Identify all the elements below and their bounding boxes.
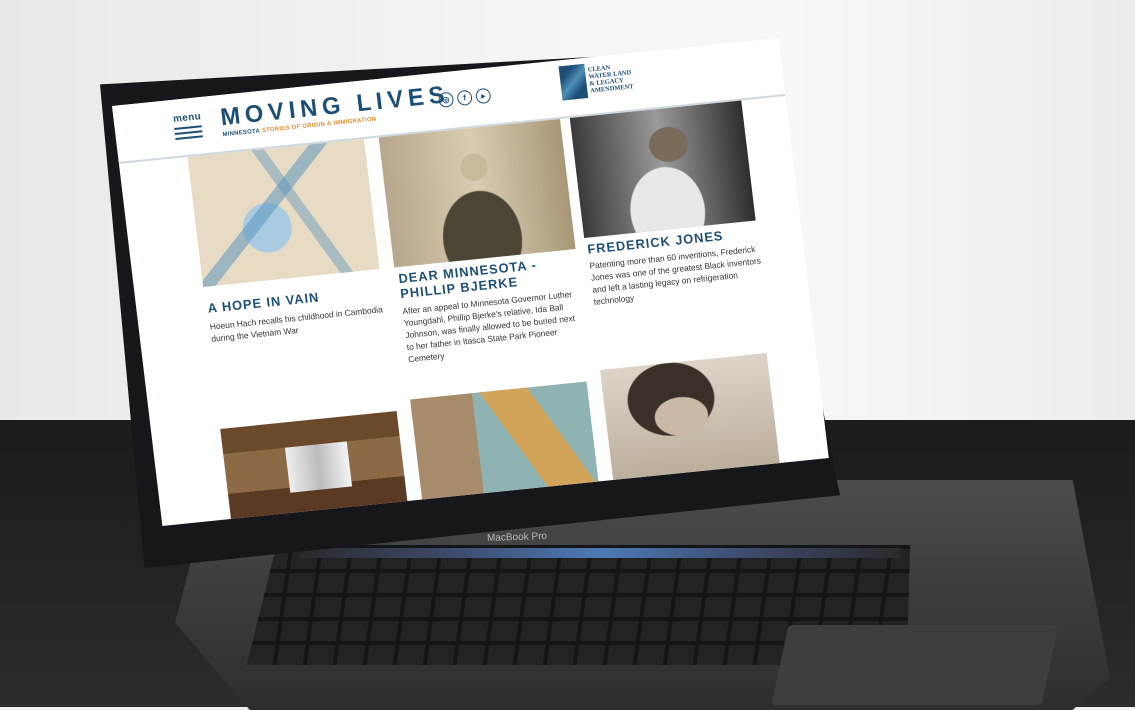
legacy-amendment-text: CLEAN WATER LAND & LEGACY AMENDMENT	[587, 64, 634, 95]
browser-screen: menu MOVING LIVES MINNESOTA STORIES OF O…	[112, 38, 829, 526]
card-image-map[interactable]	[187, 139, 380, 287]
instagram-icon[interactable]: ◎	[437, 91, 455, 108]
facebook-icon[interactable]: f	[456, 89, 473, 107]
hamburger-icon	[174, 124, 215, 140]
card-image-portrait[interactable]	[569, 100, 756, 238]
device-model-label: MacBook Pro	[486, 530, 548, 545]
card-description: After an appeal to Minnesota Governor Lu…	[401, 288, 576, 365]
legacy-amendment-mark-icon	[558, 63, 589, 101]
trackpad	[771, 625, 1059, 705]
menu-button[interactable]: menu	[172, 110, 215, 143]
touch-bar	[299, 548, 901, 558]
menu-label: menu	[172, 111, 202, 125]
legacy-amendment-logo[interactable]: CLEAN WATER LAND & LEGACY AMENDMENT	[558, 59, 635, 101]
youtube-icon[interactable]: ▸	[475, 87, 492, 105]
card-image-portrait[interactable]	[378, 119, 576, 268]
